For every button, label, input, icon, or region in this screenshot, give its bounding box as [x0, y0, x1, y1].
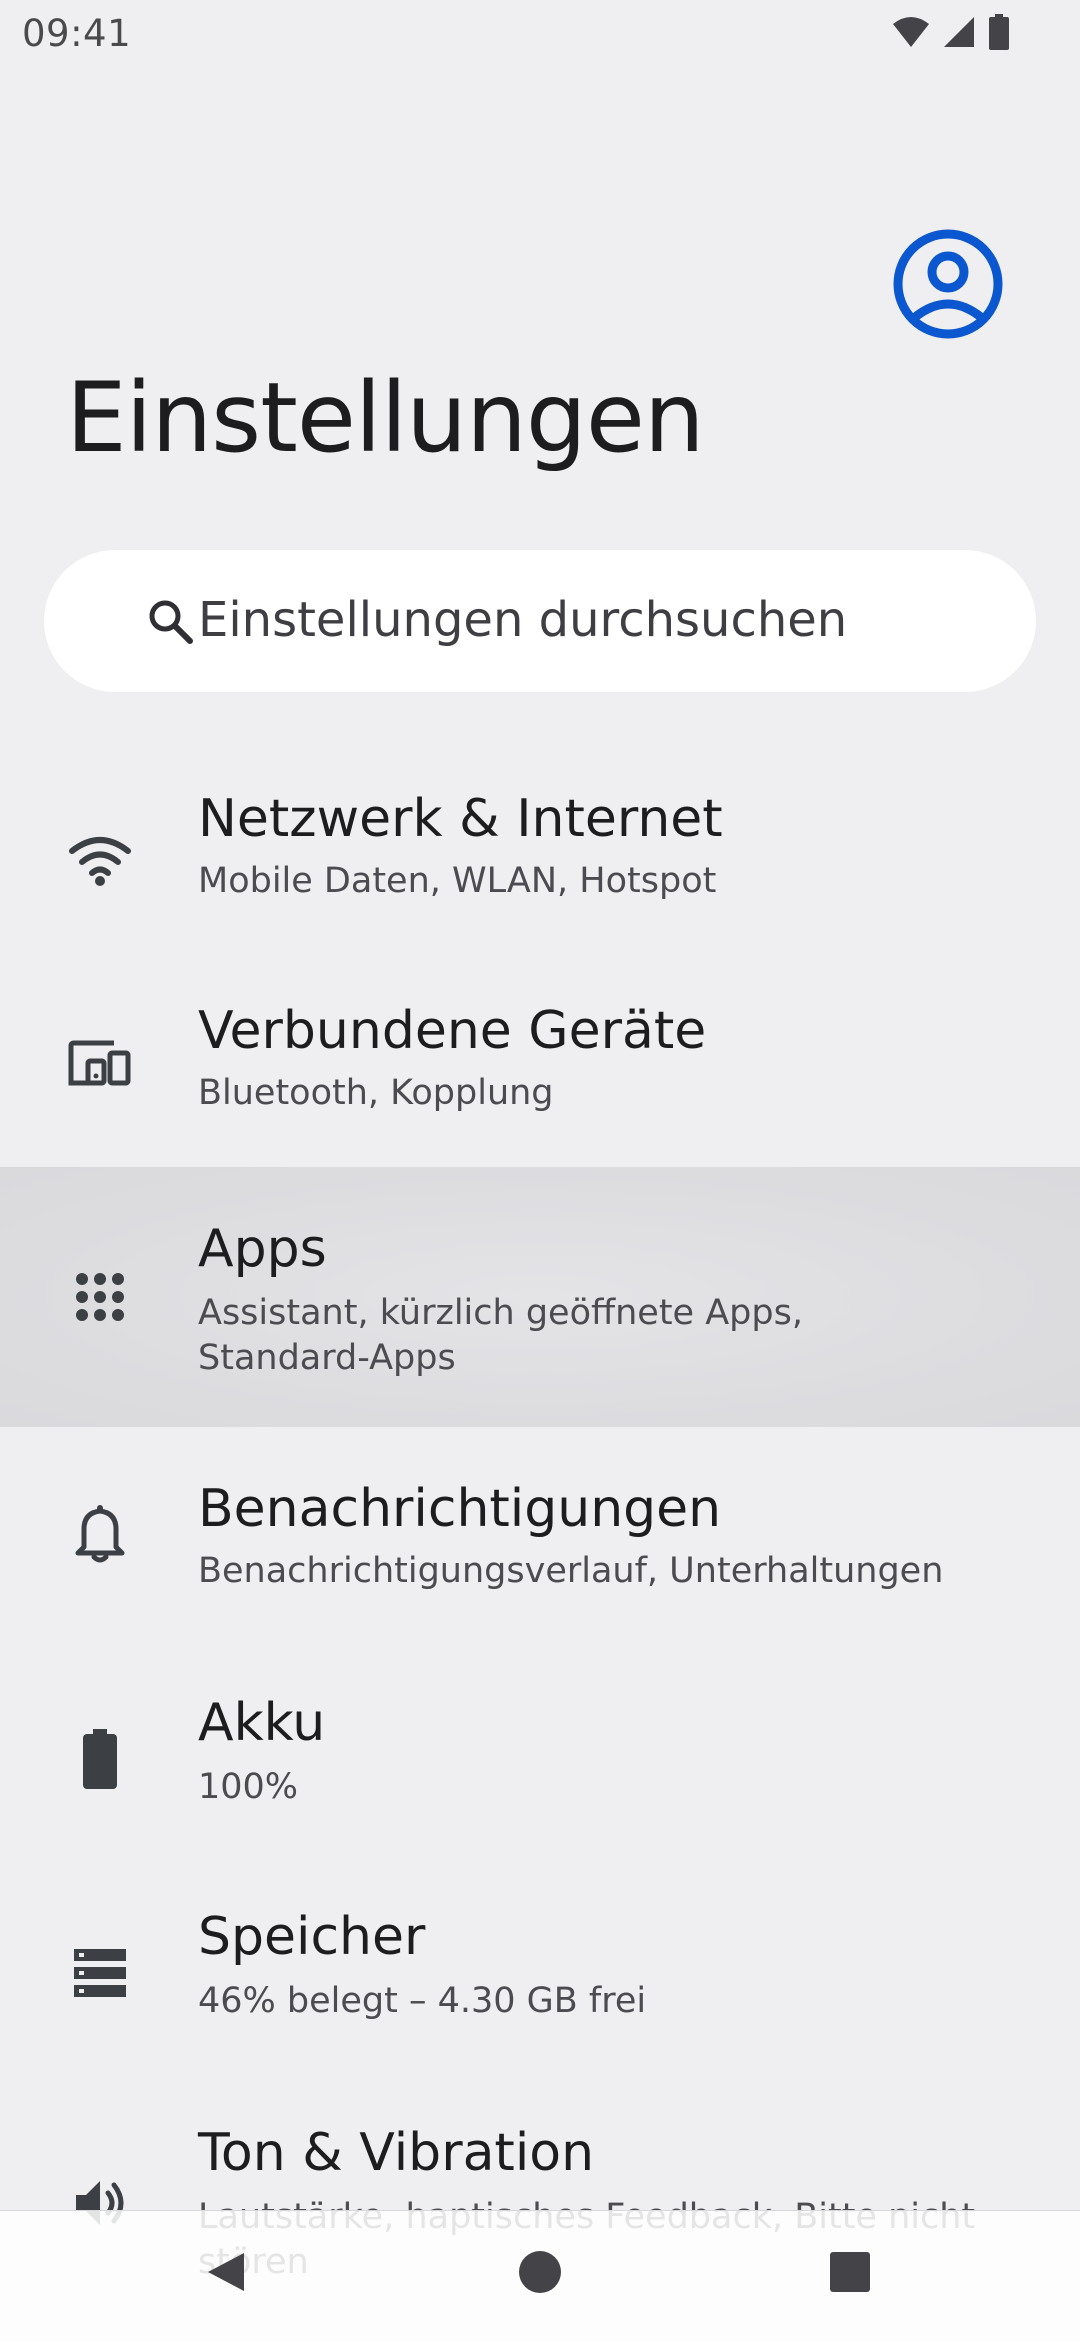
settings-item-title: Ton & Vibration [198, 2123, 595, 2183]
storage-icon [64, 1937, 136, 2009]
settings-item-apps[interactable]: Apps Assistant, kürzlich geöffnete Apps,… [0, 1167, 1080, 1427]
cellular-signal-icon [942, 15, 976, 53]
settings-item-connected-devices[interactable]: Verbundene Geräte Bluetooth, Kopplung [0, 981, 1080, 1167]
status-bar: 09:41 [0, 0, 1080, 70]
settings-item-title: Akku [198, 1693, 326, 1753]
status-icons [892, 14, 1010, 54]
settings-item-subtitle: Bluetooth, Kopplung [198, 1073, 554, 1113]
settings-item-title: Verbundene Geräte [198, 1001, 707, 1061]
connected-devices-icon [64, 1027, 136, 1099]
settings-item-subtitle: Benachrichtigungsverlauf, Unterhaltungen [198, 1551, 944, 1591]
recents-icon[interactable] [815, 2237, 885, 2307]
settings-item-subtitle: Assistant, kürzlich geöffnete Apps, Stan… [198, 1293, 803, 1378]
status-time: 09:41 [22, 12, 132, 55]
settings-item-network[interactable]: Netzwerk & Internet Mobile Daten, WLAN, … [0, 767, 1080, 981]
search-icon [146, 597, 194, 649]
search-placeholder: Einstellungen durchsuchen [198, 592, 848, 648]
settings-item-subtitle: 100% [198, 1767, 299, 1807]
settings-item-title: Netzwerk & Internet [198, 789, 723, 849]
battery-icon [988, 14, 1010, 54]
battery-icon [64, 1723, 136, 1795]
home-icon[interactable] [504, 2237, 576, 2307]
settings-item-title: Speicher [198, 1907, 426, 1967]
account-circle-icon [892, 228, 1004, 344]
settings-item-subtitle: Mobile Daten, WLAN, Hotspot [198, 861, 717, 901]
settings-item-title: Apps [198, 1219, 327, 1279]
account-button[interactable] [892, 228, 1004, 344]
wifi-icon [892, 16, 930, 52]
settings-item-subtitle: 46% belegt – 4.30 GB frei [198, 1981, 647, 2021]
settings-item-storage[interactable]: Speicher 46% belegt – 4.30 GB frei [0, 1855, 1080, 2069]
wifi-icon [64, 825, 136, 897]
settings-item-battery[interactable]: Akku 100% [0, 1641, 1080, 1855]
bell-icon [64, 1497, 136, 1569]
back-icon[interactable] [190, 2237, 260, 2307]
search-bar[interactable]: Einstellungen durchsuchen [44, 550, 1036, 692]
apps-grid-icon [64, 1261, 136, 1333]
navigation-bar [0, 2210, 1080, 2341]
page-title: Einstellungen [66, 362, 705, 474]
settings-item-title: Benachrichtigungen [198, 1479, 722, 1539]
settings-item-notifications[interactable]: Benachrichtigungen Benachrichtigungsverl… [0, 1427, 1080, 1641]
